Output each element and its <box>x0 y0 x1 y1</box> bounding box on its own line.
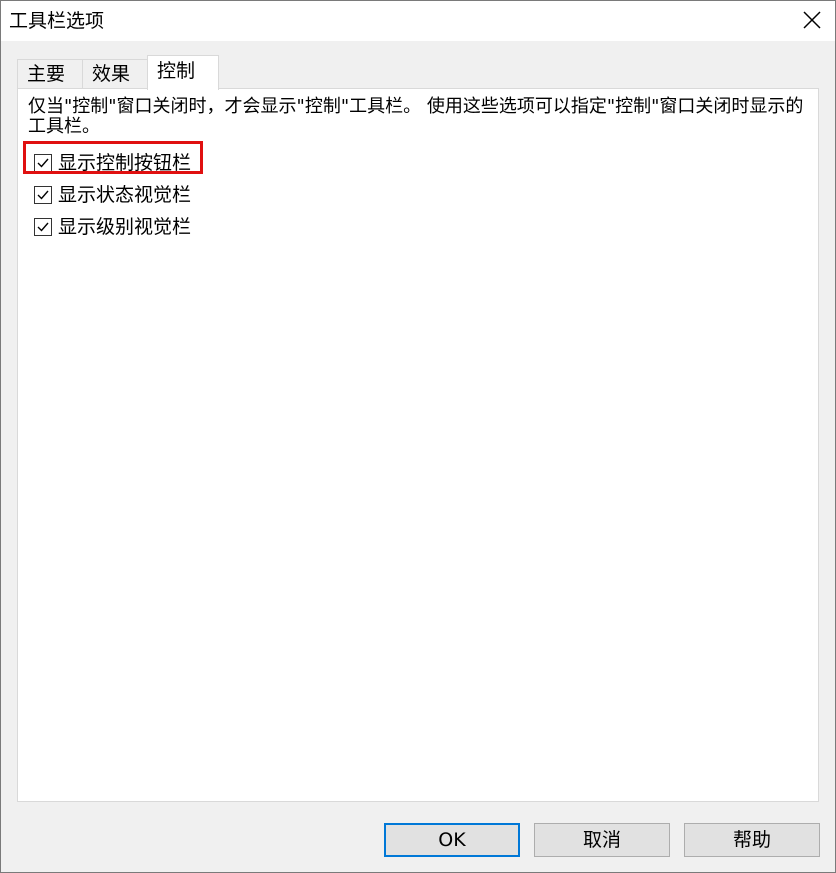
checkmark-icon <box>37 158 49 168</box>
tab-panel-control: 仅当"控制"窗口关闭时，才会显示"控制"工具栏。 使用这些选项可以指定"控制"窗… <box>17 88 819 802</box>
checkbox-label: 显示状态视觉栏 <box>58 184 192 206</box>
tab-label: 控制 <box>157 60 196 82</box>
checkbox-label: 显示控制按钮栏 <box>58 152 192 174</box>
checkbox-box[interactable] <box>34 186 52 204</box>
ok-button[interactable]: OK <box>384 823 520 857</box>
toolbar-options-dialog: 工具栏选项 主要 效果 控制 仅当"控制"窗口关闭时，才会显示"控制"工具栏。 … <box>0 0 836 873</box>
tab-effects[interactable]: 效果 <box>82 59 148 88</box>
tab-control[interactable]: 控制 <box>147 55 219 90</box>
title-bar: 工具栏选项 <box>1 1 835 41</box>
cancel-button[interactable]: 取消 <box>534 823 670 857</box>
close-button[interactable] <box>789 1 835 41</box>
tab-label: 效果 <box>92 63 131 85</box>
close-icon <box>803 11 821 29</box>
checkbox-label: 显示级别视觉栏 <box>58 216 192 238</box>
panel-description: 仅当"控制"窗口关闭时，才会显示"控制"工具栏。 使用这些选项可以指定"控制"窗… <box>28 96 804 137</box>
checkbox-box[interactable] <box>34 218 52 236</box>
help-button[interactable]: 帮助 <box>684 823 820 857</box>
checkbox-box[interactable] <box>34 154 52 172</box>
checkmark-icon <box>37 222 49 232</box>
checkmark-icon <box>37 190 49 200</box>
show-level-visual-checkbox[interactable]: 显示级别视觉栏 <box>34 215 204 241</box>
show-status-visual-checkbox[interactable]: 显示状态视觉栏 <box>34 183 204 209</box>
show-control-buttons-checkbox[interactable]: 显示控制按钮栏 <box>34 151 204 177</box>
window-title: 工具栏选项 <box>9 10 105 32</box>
tab-label: 主要 <box>27 63 66 85</box>
tab-main[interactable]: 主要 <box>17 59 83 88</box>
